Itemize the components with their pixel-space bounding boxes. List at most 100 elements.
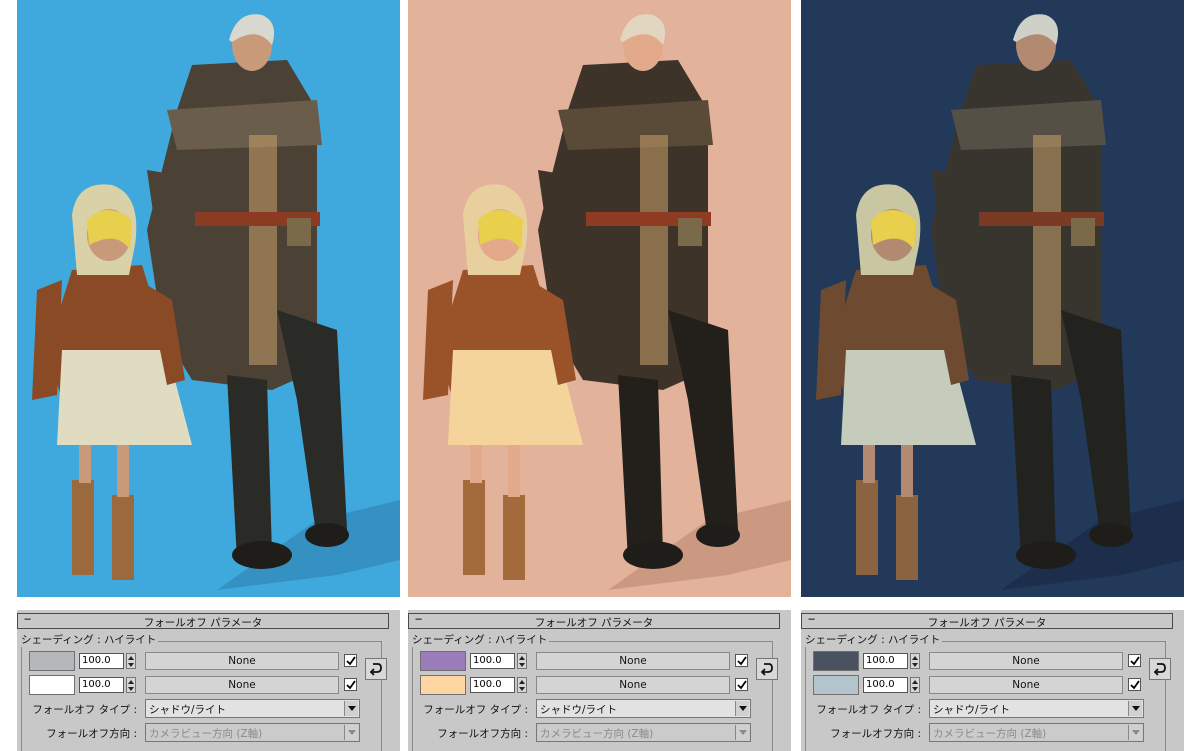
man-boot <box>623 541 683 569</box>
chevron-down-icon[interactable] <box>735 701 749 716</box>
front-map-checkbox[interactable] <box>1128 654 1141 667</box>
falloff-rollout: − フォールオフ パラメータ シェーディング : ハイライト 100.0 Non… <box>408 610 791 751</box>
side-amount-spinner[interactable] <box>910 677 920 693</box>
swap-colors-button[interactable] <box>1149 658 1171 680</box>
falloff-direction-value: カメラビュー方向 (Z軸) <box>149 728 263 740</box>
falloff-type-row: フォールオフ タイプ : シャドウ/ライト <box>801 699 1184 719</box>
man-boot <box>1016 541 1076 569</box>
check-icon <box>346 680 356 690</box>
front-color-row: 100.0 None <box>408 651 791 673</box>
render-panel-2: − フォールオフ パラメータ シェーディング : ハイライト 100.0 Non… <box>408 0 791 751</box>
swap-colors-button[interactable] <box>756 658 778 680</box>
side-map-button[interactable]: None <box>929 676 1123 694</box>
falloff-direction-select[interactable]: カメラビュー方向 (Z軸) <box>929 723 1144 742</box>
falloff-direction-row: フォールオフ方向 : カメラビュー方向 (Z軸) <box>17 723 400 743</box>
falloff-direction-select[interactable]: カメラビュー方向 (Z軸) <box>145 723 360 742</box>
render-viewport <box>408 0 791 597</box>
rollout-title: フォールオフ パラメータ <box>143 617 263 629</box>
man-vest <box>1033 135 1061 365</box>
man-pouch <box>1071 218 1095 246</box>
girl-boot <box>503 495 525 580</box>
falloff-rollout: − フォールオフ パラメータ シェーディング : ハイライト 100.0 Non… <box>17 610 400 751</box>
character-render <box>801 0 1184 597</box>
side-map-checkbox[interactable] <box>735 678 748 691</box>
girl-boot <box>463 480 485 575</box>
check-icon <box>1130 680 1140 690</box>
rollout-title: フォールオフ パラメータ <box>534 617 654 629</box>
rollout-header[interactable]: − フォールオフ パラメータ <box>17 612 389 629</box>
front-amount-spinner[interactable] <box>517 653 527 669</box>
chevron-down-icon <box>344 725 358 740</box>
side-color-swatch[interactable] <box>29 675 75 695</box>
side-color-swatch[interactable] <box>813 675 859 695</box>
girl-boot <box>896 495 918 580</box>
group-label: シェーディング : ハイライト <box>19 632 159 647</box>
side-amount-field[interactable]: 100.0 <box>79 677 124 693</box>
girl-leg <box>79 445 91 483</box>
girl-leg <box>117 445 129 497</box>
front-color-swatch[interactable] <box>420 651 466 671</box>
side-color-row: 100.0 None <box>801 675 1184 697</box>
chevron-down-icon[interactable] <box>344 701 358 716</box>
character-render <box>17 0 400 597</box>
rollout-header[interactable]: − フォールオフ パラメータ <box>801 612 1173 629</box>
falloff-direction-value: カメラビュー方向 (Z軸) <box>933 728 1047 740</box>
front-color-swatch[interactable] <box>29 651 75 671</box>
falloff-type-row: フォールオフ タイプ : シャドウ/ライト <box>17 699 400 719</box>
front-color-row: 100.0 None <box>17 651 400 673</box>
swap-arrow-icon <box>1153 663 1166 676</box>
front-amount-spinner[interactable] <box>126 653 136 669</box>
side-amount-spinner[interactable] <box>126 677 136 693</box>
front-map-button[interactable]: None <box>536 652 730 670</box>
check-icon <box>737 680 747 690</box>
front-amount-field[interactable]: 100.0 <box>863 653 908 669</box>
front-amount-field[interactable]: 100.0 <box>470 653 515 669</box>
swap-colors-button[interactable] <box>365 658 387 680</box>
rollout-title: フォールオフ パラメータ <box>927 617 1047 629</box>
side-map-button[interactable]: None <box>145 676 339 694</box>
front-map-button[interactable]: None <box>929 652 1123 670</box>
girl-leg <box>901 445 913 497</box>
man-boot <box>1089 523 1133 547</box>
render-viewport <box>17 0 400 597</box>
side-map-checkbox[interactable] <box>344 678 357 691</box>
falloff-type-label: フォールオフ タイプ : <box>423 704 528 716</box>
side-map-button[interactable]: None <box>536 676 730 694</box>
girl-leg <box>508 445 520 497</box>
render-panel-1: − フォールオフ パラメータ シェーディング : ハイライト 100.0 Non… <box>17 0 400 751</box>
side-color-row: 100.0 None <box>408 675 791 697</box>
man-vest <box>249 135 277 365</box>
chevron-down-icon[interactable] <box>1128 701 1142 716</box>
check-icon <box>346 656 356 666</box>
falloff-direction-row: フォールオフ方向 : カメラビュー方向 (Z軸) <box>801 723 1184 743</box>
front-map-button[interactable]: None <box>145 652 339 670</box>
front-map-checkbox[interactable] <box>735 654 748 667</box>
falloff-type-value: シャドウ/ライト <box>149 704 227 716</box>
chevron-down-icon <box>1128 725 1142 740</box>
falloff-type-select[interactable]: シャドウ/ライト <box>536 699 751 718</box>
falloff-type-select[interactable]: シャドウ/ライト <box>145 699 360 718</box>
side-amount-field[interactable]: 100.0 <box>470 677 515 693</box>
swap-arrow-icon <box>369 663 382 676</box>
falloff-type-value: シャドウ/ライト <box>933 704 1011 716</box>
rollout-header[interactable]: − フォールオフ パラメータ <box>408 612 780 629</box>
render-panel-3: − フォールオフ パラメータ シェーディング : ハイライト 100.0 Non… <box>801 0 1184 751</box>
front-amount-field[interactable]: 100.0 <box>79 653 124 669</box>
falloff-rollout: − フォールオフ パラメータ シェーディング : ハイライト 100.0 Non… <box>801 610 1184 751</box>
side-amount-spinner[interactable] <box>517 677 527 693</box>
front-amount-spinner[interactable] <box>910 653 920 669</box>
front-map-checkbox[interactable] <box>344 654 357 667</box>
group-label: シェーディング : ハイライト <box>803 632 943 647</box>
front-color-swatch[interactable] <box>813 651 859 671</box>
swap-arrow-icon <box>760 663 773 676</box>
falloff-direction-select[interactable]: カメラビュー方向 (Z軸) <box>536 723 751 742</box>
side-map-checkbox[interactable] <box>1128 678 1141 691</box>
side-amount-field[interactable]: 100.0 <box>863 677 908 693</box>
girl-boot <box>856 480 878 575</box>
man-boot <box>696 523 740 547</box>
group-label: シェーディング : ハイライト <box>410 632 550 647</box>
man-boot <box>305 523 349 547</box>
side-color-swatch[interactable] <box>420 675 466 695</box>
falloff-direction-label: フォールオフ方向 : <box>830 728 921 740</box>
falloff-type-select[interactable]: シャドウ/ライト <box>929 699 1144 718</box>
